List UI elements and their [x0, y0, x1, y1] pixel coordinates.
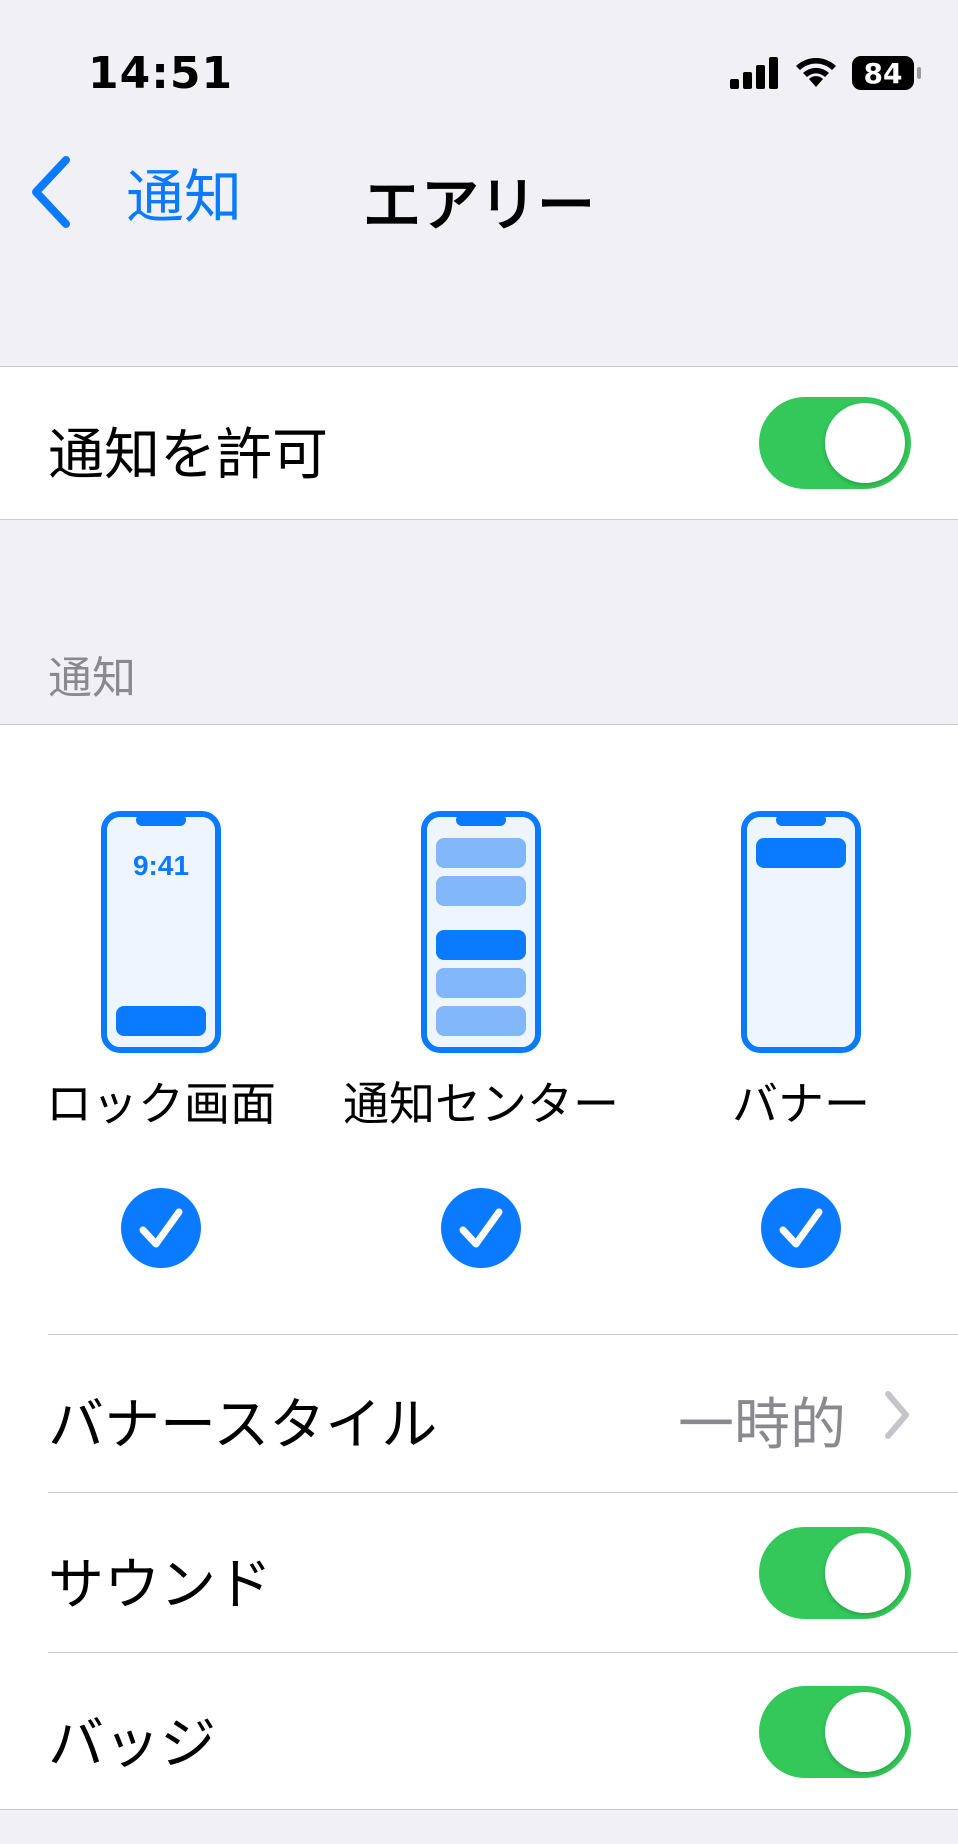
- notification-center-label: 通知センター: [343, 1077, 619, 1131]
- allow-notifications-label: 通知を許可: [48, 423, 328, 488]
- badge-toggle[interactable]: [759, 1686, 911, 1778]
- sound-toggle[interactable]: [759, 1527, 911, 1619]
- notification-center-illustration[interactable]: [420, 810, 542, 1054]
- banner-label: バナー: [732, 1077, 870, 1131]
- lock-screen-clock: 9:41: [133, 850, 189, 881]
- sound-label: サウンド: [48, 1553, 272, 1618]
- banner-style-value: 一時的: [678, 1393, 846, 1458]
- notification-center-check[interactable]: [441, 1188, 521, 1268]
- checkmark-icon: [459, 1208, 503, 1248]
- battery-icon: 84: [852, 56, 921, 90]
- allow-notifications-toggle[interactable]: [759, 397, 911, 489]
- battery-level: 84: [863, 56, 903, 90]
- banner-illustration[interactable]: [740, 810, 862, 1054]
- checkmark-icon: [779, 1208, 823, 1248]
- page-title: エアリー: [362, 171, 595, 239]
- allow-section: 通知を許可: [0, 366, 958, 520]
- section-header: 通知: [48, 653, 136, 704]
- lock-screen-label: ロック画面: [46, 1077, 276, 1131]
- lock-screen-check[interactable]: [121, 1188, 201, 1268]
- cellular-signal-icon: [730, 57, 778, 89]
- banner-style-label: バナースタイル: [48, 1393, 438, 1458]
- status-time: 14:51: [88, 48, 234, 99]
- wifi-icon: [796, 58, 836, 87]
- chevron-right-icon: [885, 1391, 909, 1439]
- badge-label: バッジ: [48, 1712, 216, 1777]
- checkmark-icon: [139, 1208, 183, 1248]
- lock-screen-illustration[interactable]: 9:41: [100, 810, 222, 1054]
- status-icons: 84: [730, 56, 921, 90]
- banner-check[interactable]: [761, 1188, 841, 1268]
